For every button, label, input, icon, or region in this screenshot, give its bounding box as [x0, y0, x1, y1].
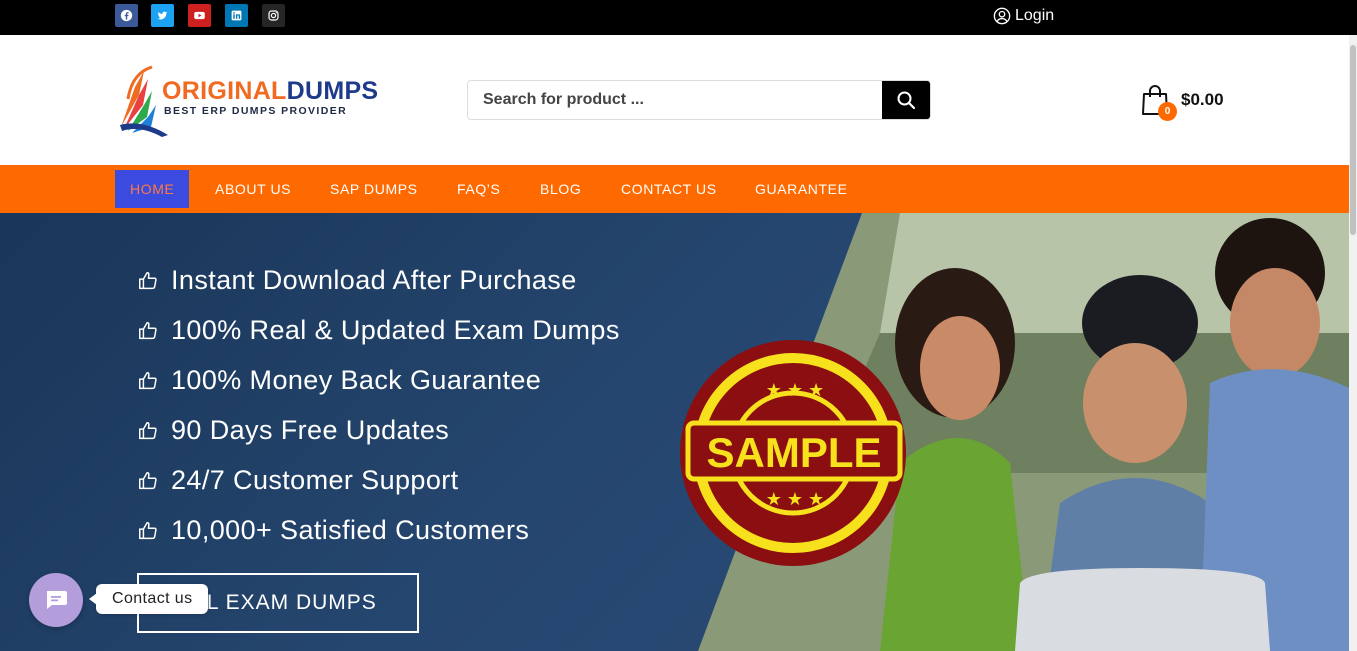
scrollbar-thumb[interactable] [1350, 45, 1356, 235]
top-bar: Login [0, 0, 1357, 35]
nav-sap-dumps[interactable]: SAP DUMPS [315, 170, 433, 208]
login-link[interactable]: Login [993, 7, 1054, 25]
nav-guarantee[interactable]: GUARANTEE [740, 170, 863, 208]
linkedin-icon[interactable] [225, 4, 248, 27]
svg-text:★ ★ ★: ★ ★ ★ [766, 380, 824, 400]
thumbs-up-icon [139, 271, 157, 289]
thumbs-up-icon [139, 371, 157, 389]
search-input[interactable] [468, 81, 882, 119]
thumbs-up-icon [139, 471, 157, 489]
nav-contact-us[interactable]: CONTACT US [606, 170, 732, 208]
site-header: ORIGINALDUMPS BEST ERP DUMPS PROVIDER 0 … [0, 35, 1357, 165]
nav-faqs[interactable]: FAQ’S [442, 170, 515, 208]
thumbs-up-icon [139, 421, 157, 439]
facebook-icon[interactable] [115, 4, 138, 27]
feature-item: 10,000+ Satisfied Customers [137, 515, 529, 546]
search-button[interactable] [882, 81, 930, 119]
login-label: Login [1015, 7, 1055, 24]
mini-cart[interactable]: 0 $0.00 [1141, 84, 1224, 121]
chat-icon [47, 591, 67, 609]
nav-blog[interactable]: BLOG [525, 170, 596, 208]
search-icon [897, 91, 916, 110]
thumbs-up-icon [139, 521, 157, 539]
nav-about-us[interactable]: ABOUT US [200, 170, 306, 208]
contact-us-tooltip[interactable]: Contact us [88, 584, 209, 614]
feature-item: 24/7 Customer Support [137, 465, 459, 496]
twitter-icon[interactable] [151, 4, 174, 27]
svg-text:★ ★ ★: ★ ★ ★ [766, 489, 824, 509]
user-circle-icon [993, 7, 1011, 25]
cart-count-badge: 0 [1158, 102, 1177, 121]
feature-item: 90 Days Free Updates [137, 415, 449, 446]
youtube-icon[interactable] [188, 4, 211, 27]
thumbs-up-icon [139, 321, 157, 339]
cart-total: $0.00 [1181, 90, 1224, 109]
search-bar [467, 80, 931, 120]
instagram-icon[interactable] [262, 4, 285, 27]
logo-wordmark: ORIGINALDUMPS [162, 77, 379, 105]
contact-chat-button[interactable] [29, 573, 83, 627]
shopping-bag-icon: 0 [1141, 84, 1177, 121]
sample-stamp: SAMPLE [706, 429, 881, 476]
site-logo[interactable]: ORIGINALDUMPS BEST ERP DUMPS PROVIDER [118, 65, 378, 137]
feature-item: 100% Real & Updated Exam Dumps [137, 315, 620, 346]
main-navigation: HOME ABOUT US SAP DUMPS FAQ’S BLOG CONTA… [0, 165, 1349, 213]
feature-item: Instant Download After Purchase [137, 265, 577, 296]
nav-home[interactable]: HOME [115, 170, 190, 208]
feature-item: 100% Money Back Guarantee [137, 365, 541, 396]
logo-tagline: BEST ERP DUMPS PROVIDER [164, 105, 348, 117]
